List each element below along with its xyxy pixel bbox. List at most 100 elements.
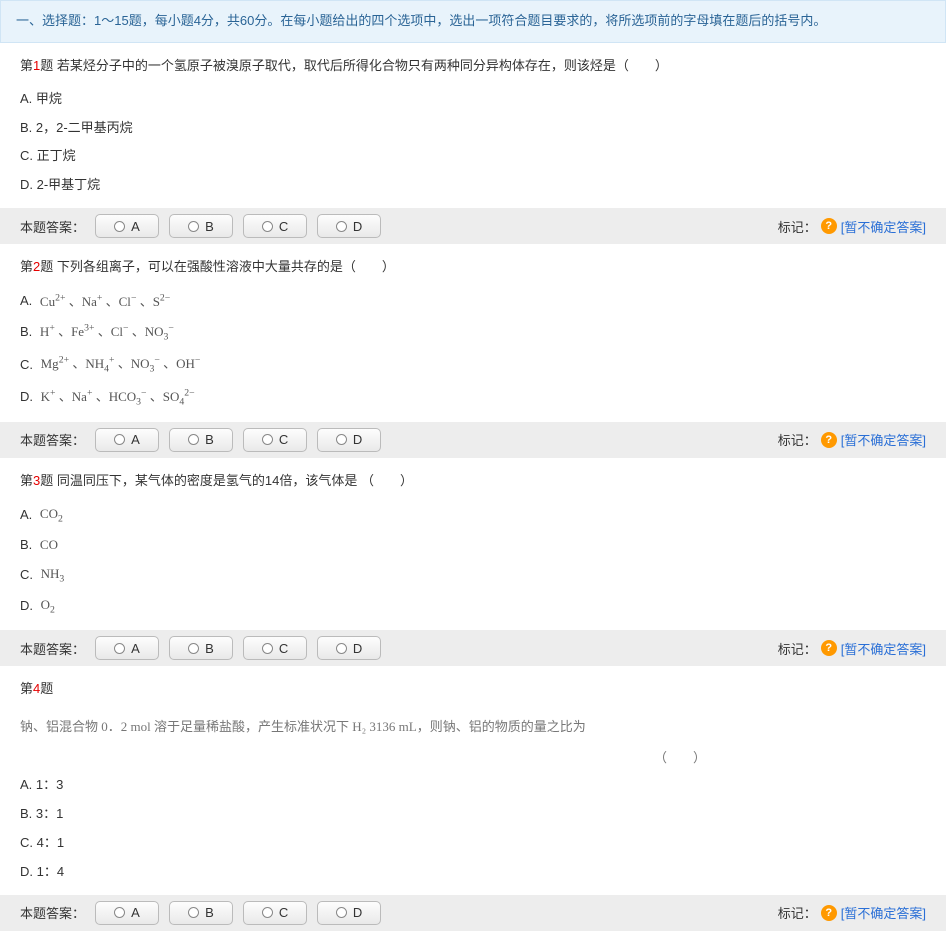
answer-button-a[interactable]: A (95, 636, 159, 660)
opt-text: C (279, 905, 288, 920)
radio-icon (188, 221, 199, 232)
opt-text: A (131, 219, 140, 234)
formula-b: H+ 、Fe3+ 、Cl− 、NO3− (36, 324, 174, 339)
opt-text: B (205, 905, 214, 920)
question-3-title: 第3题 同温同压下，某气体的密度是氢气的14倍，该气体是 （ ） (20, 470, 926, 500)
answer-bar-q1: 本题答案： A B C D 标记： ? [暂不确定答案] (0, 208, 946, 244)
q4-option-a: A. 1：3 (20, 771, 926, 800)
opt-label-d: D. (20, 596, 33, 617)
q-prefix: 第 (20, 259, 33, 274)
answer-button-b[interactable]: B (169, 428, 233, 452)
uncertain-link[interactable]: [暂不确定答案] (841, 639, 926, 658)
answer-button-a[interactable]: A (95, 901, 159, 925)
answer-label: 本题答案： (20, 903, 85, 922)
formula-a: Cu2+ 、Na+ 、Cl− 、S2− (36, 294, 170, 309)
formula-b: CO (36, 537, 58, 552)
q4-option-c: C. 4：1 (20, 829, 926, 858)
opt-label-a: A. (20, 505, 32, 526)
opt-text: D (353, 219, 362, 234)
opt-text: C (279, 219, 288, 234)
answer-button-b[interactable]: B (169, 214, 233, 238)
mark-area: 标记： ? [暂不确定答案] (778, 430, 926, 449)
answer-button-a[interactable]: A (95, 214, 159, 238)
q2-option-c: C. Mg2+ 、NH4+ 、NO3− 、OH− (20, 349, 926, 382)
opt-label-b: B. (20, 535, 32, 556)
answer-left: 本题答案： A B C D (20, 214, 381, 238)
q3-option-b: B. CO (20, 531, 926, 560)
q4-option-d: D. 1：4 (20, 858, 926, 887)
q1-option-c: C. 正丁烷 (20, 142, 926, 171)
help-icon[interactable]: ? (821, 432, 837, 448)
formula-d: K+ 、Na+ 、HCO3− 、SO42− (37, 389, 195, 404)
radio-icon (262, 643, 273, 654)
mark-label: 标记： (778, 217, 817, 236)
answer-label: 本题答案： (20, 217, 85, 236)
opt-text: B (205, 641, 214, 656)
answer-left: 本题答案： A B C D (20, 428, 381, 452)
answer-button-b[interactable]: B (169, 901, 233, 925)
opt-text: A (131, 641, 140, 656)
opt-text: D (353, 641, 362, 656)
q-prefix: 第 (20, 681, 33, 696)
answer-left: 本题答案： A B C D (20, 901, 381, 925)
answer-button-c[interactable]: C (243, 901, 307, 925)
opt-text: C (279, 641, 288, 656)
q4-stem-line2: （ ） (20, 740, 926, 771)
answer-bar-q4: 本题答案： A B C D 标记： ? [暂不确定答案] (0, 895, 946, 931)
radio-icon (188, 434, 199, 445)
question-4: 第4题 钠、铝混合物 0．2 mol 溶于足量稀盐酸，产生标准状况下 H₂ 31… (0, 666, 946, 894)
answer-button-a[interactable]: A (95, 428, 159, 452)
radio-icon (336, 434, 347, 445)
q-suffix: 题 (40, 58, 53, 73)
opt-text: A (131, 905, 140, 920)
uncertain-link[interactable]: [暂不确定答案] (841, 430, 926, 449)
q-prefix: 第 (20, 473, 33, 488)
question-2-title: 第2题 下列各组离子，可以在强酸性溶液中大量共存的是（ ） (20, 256, 926, 286)
q2-option-b: B. H+ 、Fe3+ 、Cl− 、NO3− (20, 316, 926, 349)
mark-label: 标记： (778, 639, 817, 658)
mark-area: 标记： ? [暂不确定答案] (778, 217, 926, 236)
q-suffix: 题 (40, 473, 53, 488)
opt-label-a: A. (20, 291, 32, 312)
radio-icon (262, 434, 273, 445)
answer-button-c[interactable]: C (243, 428, 307, 452)
formula-d: O2 (37, 597, 55, 612)
answer-button-d[interactable]: D (317, 901, 381, 925)
question-1-title: 第1题 若某烃分子中的一个氢原子被溴原子取代，取代后所得化合物只有两种同分异构体… (20, 55, 926, 85)
q1-option-d: D. 2-甲基丁烷 (20, 171, 926, 200)
opt-text: D (353, 905, 362, 920)
radio-icon (114, 434, 125, 445)
answer-label: 本题答案： (20, 639, 85, 658)
q-stem: 若某烃分子中的一个氢原子被溴原子取代，取代后所得化合物只有两种同分异构体存在，则… (53, 58, 668, 73)
answer-button-d[interactable]: D (317, 636, 381, 660)
radio-icon (188, 643, 199, 654)
opt-label-b: B. (20, 322, 32, 343)
formula-c: Mg2+ 、NH4+ 、NO3− 、OH− (37, 356, 201, 371)
help-icon[interactable]: ? (821, 640, 837, 656)
uncertain-link[interactable]: [暂不确定答案] (841, 217, 926, 236)
answer-button-c[interactable]: C (243, 636, 307, 660)
uncertain-link[interactable]: [暂不确定答案] (841, 903, 926, 922)
radio-icon (262, 221, 273, 232)
opt-text: B (205, 432, 214, 447)
q-suffix: 题 (40, 681, 53, 696)
question-3: 第3题 同温同压下，某气体的密度是氢气的14倍，该气体是 （ ） A. CO2 … (0, 458, 946, 631)
opt-text: C (279, 432, 288, 447)
formula-a: CO2 (36, 506, 63, 521)
answer-button-c[interactable]: C (243, 214, 307, 238)
answer-button-d[interactable]: D (317, 428, 381, 452)
q3-option-a: A. CO2 (20, 500, 926, 531)
answer-bar-q3: 本题答案： A B C D 标记： ? [暂不确定答案] (0, 630, 946, 666)
opt-text: B (205, 219, 214, 234)
answer-button-d[interactable]: D (317, 214, 381, 238)
q4-stem-line1: 钠、铝混合物 0．2 mol 溶于足量稀盐酸，产生标准状况下 H₂ 3136 m… (20, 709, 926, 740)
mark-label: 标记： (778, 430, 817, 449)
mark-label: 标记： (778, 903, 817, 922)
help-icon[interactable]: ? (821, 218, 837, 234)
radio-icon (336, 221, 347, 232)
help-icon[interactable]: ? (821, 905, 837, 921)
opt-label-c: C. (20, 565, 33, 586)
answer-button-b[interactable]: B (169, 636, 233, 660)
mark-area: 标记： ? [暂不确定答案] (778, 639, 926, 658)
answer-label: 本题答案： (20, 430, 85, 449)
